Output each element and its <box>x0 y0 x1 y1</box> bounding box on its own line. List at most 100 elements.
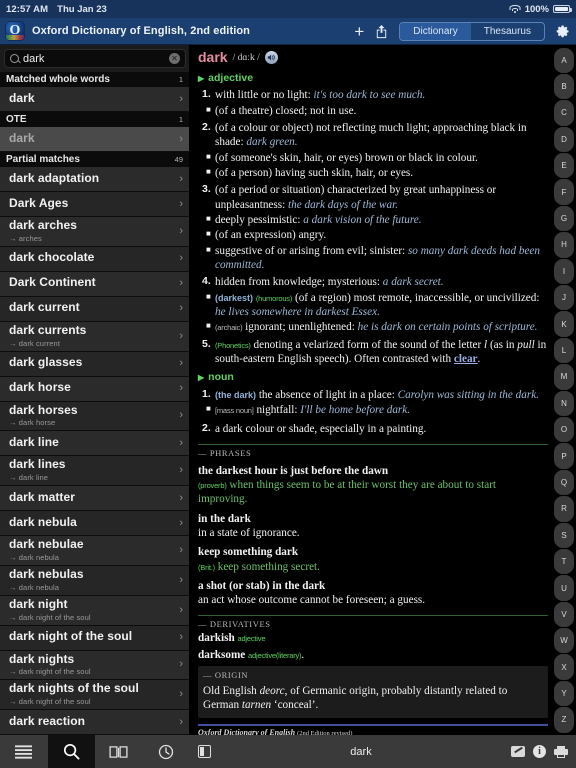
alpha-index-y[interactable]: Y <box>554 680 574 707</box>
alpha-index-q[interactable]: Q <box>554 469 574 496</box>
alpha-index-d[interactable]: D <box>554 126 574 153</box>
tab-history[interactable] <box>143 735 191 768</box>
sidebar-tab-bar <box>0 735 190 768</box>
list-item[interactable]: Dark Continent › <box>0 271 189 297</box>
search-box[interactable]: ✕ <box>4 49 186 68</box>
alpha-index-r[interactable]: R <box>554 496 574 522</box>
alpha-index-w[interactable]: W <box>554 628 574 654</box>
speaker-icon[interactable] <box>264 51 278 65</box>
alpha-index-o[interactable]: O <box>554 416 574 443</box>
plus-icon[interactable]: + <box>354 23 364 40</box>
list-item[interactable]: dark › <box>0 87 189 112</box>
list-item[interactable]: dark night → dark night of the soul › <box>0 595 189 626</box>
alpha-index-e[interactable]: E <box>554 153 574 179</box>
results-list[interactable]: Matched whole words 1 dark › OTE 1 dark … <box>0 72 189 735</box>
segment-thesaurus[interactable]: Thesaurus <box>471 23 544 40</box>
sidebar-toggle-icon[interactable] <box>198 745 211 758</box>
list-item-selected[interactable]: dark › <box>0 127 189 152</box>
alpha-index-a[interactable]: A <box>554 47 574 73</box>
pencil-icon[interactable] <box>511 746 525 757</box>
list-item[interactable]: dark lines → dark line › <box>0 456 189 487</box>
subsense: ■ (of an expression) angry. <box>206 228 548 242</box>
list-item[interactable]: dark horse › <box>0 376 189 402</box>
gear-icon[interactable] <box>555 24 570 39</box>
alpha-index-v[interactable]: V <box>554 601 574 628</box>
phrases-heading: — PHRASES <box>198 447 252 458</box>
list-item[interactable]: dark current › <box>0 296 189 322</box>
list-item[interactable]: dark matter › <box>0 486 189 512</box>
list-item[interactable]: dark chocolate › <box>0 246 189 272</box>
list-item-label: dark nights of the soul <box>9 681 139 696</box>
bullet-icon: ■ <box>206 229 211 239</box>
alpha-index-l[interactable]: L <box>554 337 574 364</box>
list-item[interactable]: dark nights of the soul → dark night of t… <box>0 680 189 711</box>
alpha-index-b[interactable]: B <box>554 73 574 100</box>
nav-bar: Oxford Dictionary of English, 2nd editio… <box>0 18 576 45</box>
segment-dictionary[interactable]: Dictionary <box>400 22 471 40</box>
group-title: OTE <box>6 114 27 125</box>
subsense: ■ (of a theatre) closed; not in use. <box>206 104 548 118</box>
tab-search[interactable] <box>47 735 95 768</box>
alpha-index-n[interactable]: N <box>554 390 574 416</box>
alpha-index-h[interactable]: H <box>554 232 574 258</box>
group-header-matched-whole-words: Matched whole words 1 <box>0 72 189 87</box>
group-count: 1 <box>178 75 183 84</box>
printer-icon[interactable] <box>554 745 568 758</box>
chevron-right-icon: › <box>179 132 183 145</box>
list-item[interactable]: dark horses → dark horse › <box>0 401 189 432</box>
chevron-right-icon: › <box>179 357 183 370</box>
alpha-index-c[interactable]: C <box>554 100 574 126</box>
alpha-index-g[interactable]: G <box>554 205 574 232</box>
alpha-index-s[interactable]: S <box>554 522 574 548</box>
list-item[interactable]: dark night of the soul › <box>0 625 189 651</box>
list-item[interactable]: dark nights → dark night of the soul › <box>0 650 189 681</box>
alpha-index-j[interactable]: J <box>554 285 574 311</box>
tab-list[interactable] <box>0 735 48 768</box>
mode-segmented-control[interactable]: Dictionary Thesaurus <box>399 21 545 41</box>
info-icon[interactable]: i <box>533 745 546 758</box>
list-item[interactable]: dark adaptation › <box>0 167 189 192</box>
list-item[interactable]: dark nebulae → dark nebula › <box>0 536 189 566</box>
search-input[interactable] <box>23 52 165 65</box>
list-item-label: dark nebula <box>9 514 77 529</box>
alpha-index-f[interactable]: F <box>554 179 574 205</box>
alpha-index-m[interactable]: M <box>554 364 574 390</box>
credits: Oxford Dictionary of English (2nd Editio… <box>198 723 548 735</box>
derivative-pos: adjective <box>237 634 266 644</box>
list-item[interactable]: dark currents → dark current › <box>0 321 189 352</box>
list-item[interactable]: Dark Ages › <box>0 192 189 217</box>
phrase-definition-text: keep something secret. <box>214 560 320 573</box>
clear-icon[interactable]: ✕ <box>169 53 180 64</box>
cross-reference-link[interactable]: clear <box>454 353 478 365</box>
sense-text: the absence of light in a place: <box>256 388 398 401</box>
chevron-right-icon: › <box>179 436 183 449</box>
alpha-index-z[interactable]: Z <box>554 707 574 733</box>
sense-number: 3. <box>202 183 211 196</box>
list-item[interactable]: dark arches → arches › <box>0 217 189 247</box>
tab-book[interactable] <box>95 735 143 768</box>
search-row: ✕ <box>0 45 205 72</box>
list-item[interactable]: dark nebula › <box>0 511 189 537</box>
sense-3: 3. (of a period or situation) characteri… <box>202 183 548 212</box>
list-item-cross-reference: → dark night of the soul <box>9 612 91 622</box>
app-title: Oxford Dictionary of English, 2nd editio… <box>32 25 250 37</box>
alpha-index-u[interactable]: U <box>554 575 574 601</box>
phrase-definition-text: when things seem to be at their worst th… <box>198 478 496 506</box>
alpha-index-i[interactable]: I <box>554 258 574 285</box>
grammar-label: [mass noun] <box>215 406 254 416</box>
subsense-example: he lives somewhere in darkest Essex. <box>215 305 380 318</box>
derivative-register: (literary) <box>275 650 302 660</box>
chevron-right-icon: › <box>179 516 183 529</box>
alpha-index-t[interactable]: T <box>554 548 574 575</box>
list-item[interactable]: dark reaction › <box>0 710 189 735</box>
list-item-label: dark glasses <box>9 355 83 370</box>
list-item[interactable]: dark line › <box>0 431 189 457</box>
list-item[interactable]: dark glasses › <box>0 351 189 377</box>
share-icon[interactable] <box>374 24 389 39</box>
pronunciation: / dɑːk / <box>232 52 260 63</box>
alpha-index-p[interactable]: P <box>554 443 574 469</box>
alpha-index-x[interactable]: X <box>554 654 574 680</box>
alphabet-index[interactable]: ABCDEFGHIJKLMNOPQRSTUVWXYZ <box>552 45 576 735</box>
list-item[interactable]: dark nebulas → dark nebula › <box>0 565 189 596</box>
alpha-index-k[interactable]: K <box>554 311 574 337</box>
